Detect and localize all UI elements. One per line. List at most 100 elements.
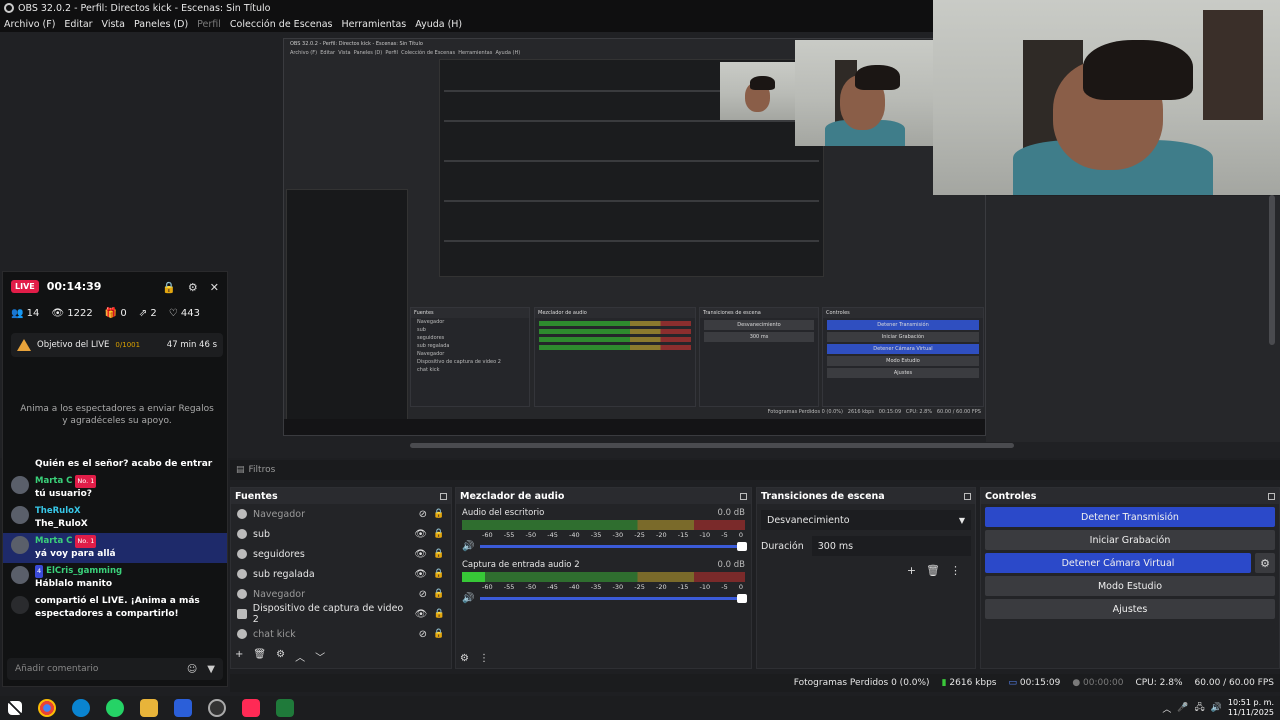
gear-icon[interactable]: ⚙ — [188, 281, 198, 294]
volume-slider[interactable] — [480, 542, 747, 551]
add-transition-icon[interactable]: + — [907, 564, 916, 577]
browser-icon — [237, 529, 247, 539]
lock-icon[interactable]: 🔒 — [433, 509, 445, 519]
float-dock-icon[interactable] — [440, 492, 447, 500]
menu-editar[interactable]: Editar — [64, 19, 92, 30]
lock-icon[interactable]: 🔒 — [433, 609, 445, 619]
float-dock-icon[interactable] — [1268, 492, 1275, 500]
edge-icon[interactable] — [72, 699, 90, 717]
captured-mixer: Mezclador de audio — [534, 307, 696, 407]
channel-db: 0.0 dB — [717, 508, 745, 518]
volume-icon[interactable]: 🔊 — [1211, 703, 1222, 713]
studio-mode-button[interactable]: Modo Estudio — [985, 576, 1275, 596]
heart-icon: ♡ — [168, 308, 178, 319]
menu-coleccion-escenas[interactable]: Colección de Escenas — [230, 19, 333, 30]
source-item[interactable]: Dispositivo de captura de video 2 👁 🔒 — [231, 603, 451, 625]
whatsapp-icon[interactable] — [106, 699, 124, 717]
controls-title: Controles — [985, 490, 1037, 502]
source-properties-icon[interactable]: ⚙ — [276, 649, 285, 664]
lock-icon[interactable]: 🔒 — [433, 589, 445, 599]
menu-vista[interactable]: Vista — [102, 19, 125, 30]
chevron-up-icon[interactable]: ︿ — [1162, 702, 1171, 715]
duration-input[interactable]: 300 ms — [811, 536, 971, 556]
float-dock-icon[interactable] — [740, 492, 747, 500]
live-goal[interactable]: Objetivo del LIVE 0/1001 47 min 46 s — [11, 333, 223, 357]
avatar — [11, 536, 29, 554]
file-explorer-icon[interactable] — [140, 699, 158, 717]
goal-icon — [17, 339, 31, 351]
source-item[interactable]: sub 👁 🔒 — [231, 524, 451, 544]
menu-ayuda[interactable]: Ayuda (H) — [415, 19, 462, 30]
tiktok-icon[interactable] — [242, 699, 260, 717]
gear-icon[interactable]: ⚙ — [1255, 553, 1275, 573]
filter-icon[interactable]: ▼ — [207, 664, 215, 675]
eye-icon[interactable]: 👁 — [414, 529, 427, 540]
meter-tick: -50 — [525, 531, 537, 539]
stop-stream-button[interactable]: Detener Transmisión — [985, 507, 1275, 527]
meter-ticks: -60 -55 -50 -45 -40 -35 -30 -25 -20 -15 -10 -5 0 — [462, 531, 745, 539]
eye-hidden-icon[interactable]: ⊘ — [419, 629, 427, 640]
source-item[interactable]: chat kick ⊘ 🔒 — [231, 624, 451, 644]
chrome-icon[interactable] — [38, 699, 56, 717]
settings-button[interactable]: Ajustes — [985, 599, 1275, 619]
obs-logo-icon — [4, 3, 14, 13]
start-recording-button[interactable]: Iniciar Grabación — [985, 530, 1275, 550]
microphone-icon[interactable]: 🎤 — [1177, 703, 1188, 713]
avatar — [11, 476, 29, 494]
float-dock-icon[interactable] — [964, 492, 971, 500]
menu-paneles[interactable]: Paneles (D) — [134, 19, 188, 30]
emoji-icon[interactable]: ☺ — [187, 664, 197, 675]
meter-tick: -60 — [482, 583, 493, 591]
stream-icon: ▭ — [1008, 678, 1018, 688]
browser-icon — [237, 509, 247, 519]
preview-horizontal-scrollbar[interactable] — [410, 443, 1014, 448]
lock-icon[interactable]: 🔒 — [433, 629, 445, 639]
source-item[interactable]: Navegador ⊘ 🔒 — [231, 504, 451, 524]
lock-icon[interactable]: 🔒 — [433, 549, 445, 559]
menu-perfil[interactable]: Perfil — [197, 19, 221, 30]
app-icon[interactable] — [276, 699, 294, 717]
menu-herramientas[interactable]: Herramientas — [342, 19, 407, 30]
source-item[interactable]: seguidores 👁 🔒 — [231, 544, 451, 564]
lock-icon[interactable]: 🔒 — [433, 569, 445, 579]
speaker-icon[interactable]: 🔊 — [462, 593, 474, 604]
lock-icon[interactable]: 🔒 — [162, 281, 176, 294]
advanced-audio-icon[interactable]: ⚙ — [460, 653, 469, 664]
menu-archivo[interactable]: Archivo (F) — [4, 19, 55, 30]
stop-virtual-camera-button[interactable]: Detener Cámara Virtual — [985, 553, 1251, 573]
source-item[interactable]: Navegador ⊘ 🔒 — [231, 584, 451, 604]
eye-icon[interactable]: 👁 — [415, 609, 428, 620]
chat-list: Quién es el señor? acabo de entrar Marta… — [3, 456, 227, 623]
browser-icon — [237, 629, 247, 639]
signal-icon: ▮ — [941, 678, 947, 688]
eye-icon[interactable]: 👁 — [414, 549, 427, 560]
eye-hidden-icon[interactable]: ⊘ — [419, 509, 427, 520]
share-icon: ⇗ — [138, 308, 148, 319]
more-options-icon[interactable]: ⋮ — [479, 653, 489, 664]
eye-icon[interactable]: 👁 — [414, 569, 427, 580]
network-icon[interactable]: 🖧 — [1195, 700, 1205, 716]
remove-source-icon[interactable]: 🗑 — [253, 649, 266, 664]
more-options-icon[interactable]: ⋮ — [950, 564, 961, 577]
remove-transition-icon[interactable]: 🗑 — [926, 564, 940, 577]
filters-button[interactable]: ▤ Filtros — [230, 460, 1280, 480]
move-up-icon[interactable]: ︿ — [295, 649, 305, 664]
store-icon[interactable] — [174, 699, 192, 717]
mixer-title: Mezclador de audio — [460, 490, 565, 502]
obs-icon[interactable] — [208, 699, 226, 717]
comment-input[interactable]: Añadir comentario ☺ ▼ — [7, 658, 223, 680]
preview-vertical-scrollbar[interactable] — [1269, 195, 1275, 345]
mixer-channel: Captura de entrada audio 2 0.0 dB -60 -55 -… — [456, 556, 751, 608]
clock[interactable]: 10:51 p. m. 11/11/2025 — [1228, 698, 1274, 718]
volume-slider[interactable] — [480, 594, 747, 603]
windows-start-icon[interactable] — [8, 701, 22, 715]
move-down-icon[interactable]: ﹀ — [315, 649, 325, 664]
meter-tick: -10 — [699, 531, 711, 539]
eye-hidden-icon[interactable]: ⊘ — [419, 589, 427, 600]
close-icon[interactable]: ✕ — [210, 281, 219, 294]
speaker-icon[interactable]: 🔊 — [462, 541, 474, 552]
add-source-icon[interactable]: + — [235, 649, 243, 664]
lock-icon[interactable]: 🔒 — [433, 529, 445, 539]
source-item[interactable]: sub regalada 👁 🔒 — [231, 564, 451, 584]
transition-select[interactable]: Desvanecimiento ▼ — [761, 510, 971, 530]
